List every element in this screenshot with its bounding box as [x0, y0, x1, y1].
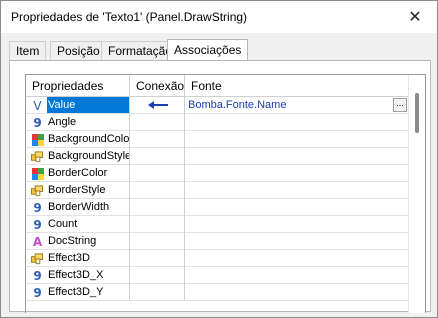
property-name: Effect3D_X	[48, 269, 104, 281]
property-cell[interactable]: BackgroundStyle	[26, 148, 130, 165]
string-icon: A	[32, 234, 43, 249]
title-bar: Propriedades de 'Texto1' (Panel.DrawStri…	[1, 1, 437, 33]
connection-cell[interactable]	[130, 233, 185, 250]
property-cell[interactable]: ᐯ Value	[26, 97, 130, 114]
header-connection[interactable]: Conexão	[130, 75, 185, 97]
header-properties[interactable]: Propriedades	[26, 75, 130, 97]
property-cell[interactable]: 9 Angle	[26, 114, 130, 131]
properties-dialog: Propriedades de 'Texto1' (Panel.DrawStri…	[0, 0, 438, 318]
tab-position[interactable]: Posição	[50, 41, 107, 61]
number-icon: 9	[33, 268, 42, 283]
source-cell[interactable]	[185, 182, 409, 199]
color-icon	[31, 167, 44, 180]
source-cell[interactable]: Bomba.Fonte.Name...	[185, 97, 409, 114]
style-icon	[31, 150, 44, 163]
browse-button[interactable]: ...	[393, 98, 407, 112]
property-name: Angle	[48, 116, 77, 128]
property-name: Effect3D_Y	[48, 286, 104, 298]
color-icon	[31, 133, 44, 146]
grid-header: Propriedades Conexão Fonte	[26, 75, 409, 97]
style-icon	[31, 184, 44, 197]
property-name: BorderWidth	[48, 201, 110, 213]
source-value: Bomba.Fonte.Name	[188, 99, 287, 111]
connection-cell[interactable]	[130, 199, 185, 216]
connection-cell[interactable]	[130, 148, 185, 165]
tab-strip: Item Posição Formatação Associações	[9, 39, 431, 61]
property-name: BackgroundColor	[48, 133, 130, 145]
variant-icon: ᐯ	[33, 98, 42, 113]
property-cell[interactable]: BackgroundColor	[26, 131, 130, 148]
grid-rows: ᐯ Value Bomba.Fonte.Name... 9 Angle Backgroun…	[26, 97, 409, 301]
tab-associations[interactable]: Associações	[167, 39, 249, 61]
property-cell[interactable]: BorderStyle	[26, 182, 130, 199]
property-name: BorderColor	[48, 167, 108, 179]
vertical-scrollbar[interactable]	[408, 75, 425, 313]
source-cell[interactable]	[185, 233, 409, 250]
property-name: Count	[48, 218, 78, 230]
table-row[interactable]: BackgroundColor	[26, 131, 409, 148]
connection-cell[interactable]	[130, 97, 185, 114]
connection-cell[interactable]	[130, 182, 185, 199]
property-cell[interactable]: 9 Count	[26, 216, 130, 233]
source-cell[interactable]	[185, 199, 409, 216]
connection-cell[interactable]	[130, 114, 185, 131]
close-icon: ✕	[408, 9, 422, 26]
property-cell[interactable]: A DocString	[26, 233, 130, 250]
scrollbar-thumb[interactable]	[415, 93, 419, 133]
connection-cell[interactable]	[130, 267, 185, 284]
number-icon: 9	[33, 217, 42, 232]
close-button[interactable]: ✕	[393, 1, 437, 33]
property-cell[interactable]: Effect3D	[26, 250, 130, 267]
property-name: BackgroundStyle	[48, 150, 130, 162]
associations-panel: Propriedades Conexão Fonte ᐯ Value Bomba.F…	[9, 60, 431, 313]
window-title: Propriedades de 'Texto1' (Panel.DrawStri…	[11, 10, 248, 24]
arrow-left-icon	[148, 101, 168, 109]
table-row[interactable]: 9 Angle	[26, 114, 409, 131]
table-row[interactable]: 9 Effect3D_X	[26, 267, 409, 284]
table-row[interactable]: BackgroundStyle	[26, 148, 409, 165]
table-row[interactable]: Effect3D	[26, 250, 409, 267]
property-name: Effect3D	[48, 252, 90, 264]
property-name: BorderStyle	[48, 184, 106, 196]
style-icon	[31, 252, 44, 265]
table-row[interactable]: BorderColor	[26, 165, 409, 182]
source-cell[interactable]	[185, 148, 409, 165]
connection-cell[interactable]	[130, 216, 185, 233]
number-icon: 9	[33, 115, 42, 130]
source-cell[interactable]	[185, 267, 409, 284]
property-cell[interactable]: 9 Effect3D_Y	[26, 284, 130, 301]
property-name: DocString	[48, 235, 97, 247]
source-cell[interactable]	[185, 114, 409, 131]
source-cell[interactable]	[185, 216, 409, 233]
source-cell[interactable]	[185, 131, 409, 148]
property-cell[interactable]: 9 BorderWidth	[26, 199, 130, 216]
number-icon: 9	[33, 200, 42, 215]
source-cell[interactable]	[185, 284, 409, 301]
table-row[interactable]: 9 BorderWidth	[26, 199, 409, 216]
property-name: Value	[47, 97, 129, 113]
table-row[interactable]: A DocString	[26, 233, 409, 250]
connection-cell[interactable]	[130, 131, 185, 148]
header-source[interactable]: Fonte	[185, 75, 409, 97]
source-cell[interactable]	[185, 250, 409, 267]
number-icon: 9	[33, 285, 42, 300]
source-cell[interactable]	[185, 165, 409, 182]
connection-cell[interactable]	[130, 250, 185, 267]
table-row[interactable]: BorderStyle	[26, 182, 409, 199]
connection-cell[interactable]	[130, 165, 185, 182]
table-row[interactable]: ᐯ Value Bomba.Fonte.Name...	[26, 97, 409, 114]
properties-grid: Propriedades Conexão Fonte ᐯ Value Bomba.F…	[25, 74, 426, 313]
connection-cell[interactable]	[130, 284, 185, 301]
property-cell[interactable]: BorderColor	[26, 165, 130, 182]
table-row[interactable]: 9 Effect3D_Y	[26, 284, 409, 301]
property-cell[interactable]: 9 Effect3D_X	[26, 267, 130, 284]
table-row[interactable]: 9 Count	[26, 216, 409, 233]
tab-item[interactable]: Item	[9, 41, 47, 61]
